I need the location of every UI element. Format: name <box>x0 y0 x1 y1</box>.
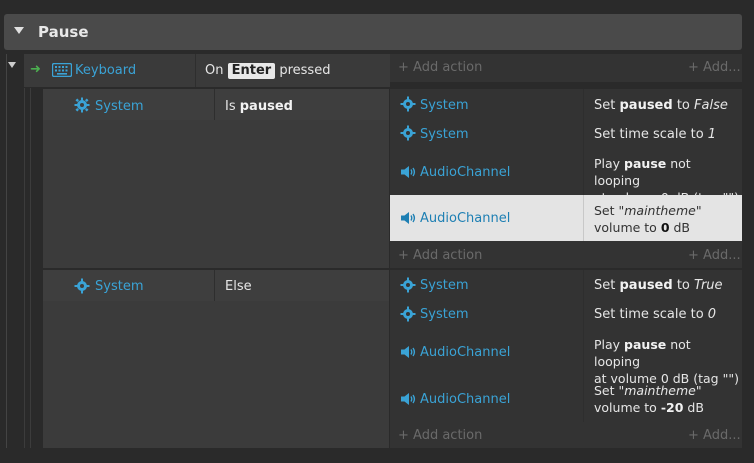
trigger-text-post: pressed <box>279 63 331 78</box>
text-italic: True <box>694 278 723 293</box>
collapse-triangle-icon[interactable] <box>14 27 24 34</box>
text-line: Set "maintheme" <box>594 382 740 399</box>
add-more-link[interactable]: + Add... <box>688 428 741 443</box>
action-text[interactable]: Set time scale to 0 <box>594 307 716 322</box>
text-italic: False <box>694 98 728 113</box>
action-object-link[interactable]: System <box>420 127 468 142</box>
group-title: Pause <box>38 23 89 41</box>
divider <box>214 89 215 120</box>
text-part: volume to <box>594 400 661 415</box>
text-part: to <box>672 98 695 113</box>
text-part: Play <box>594 156 625 171</box>
event-sheet: Pause ➜ Keyboard On Enter pressed + Add … <box>0 0 754 463</box>
key-badge: Enter <box>227 63 276 79</box>
action-text[interactable]: Set paused to True <box>594 278 723 293</box>
divider <box>583 195 584 241</box>
gear-icon <box>74 97 90 113</box>
text-italic: 1 <box>707 127 717 142</box>
text-part: Set <box>594 98 620 113</box>
add-action-link[interactable]: + Add action <box>398 428 482 443</box>
action-text[interactable]: Set "maintheme" volume to -20 dB <box>594 382 740 416</box>
text-line: Set "maintheme" <box>594 202 740 219</box>
text-part: Set <box>594 278 620 293</box>
text-part: dB <box>683 400 704 415</box>
action-object-link[interactable]: AudioChannel <box>420 392 510 407</box>
add-more-link[interactable]: + Add... <box>688 248 741 263</box>
text-italic: "maintheme" <box>618 383 702 398</box>
add-action-link[interactable]: + Add action <box>398 60 482 75</box>
trigger-text-pre: On <box>205 63 224 78</box>
trigger-object-link[interactable]: Keyboard <box>75 63 136 78</box>
text-part: to <box>672 278 695 293</box>
condition-object-link[interactable]: System <box>95 99 143 114</box>
action-row-selected[interactable]: AudioChannel Set "maintheme" volume to 0… <box>390 195 742 241</box>
text-bold: paused <box>619 98 673 113</box>
text-italic: "maintheme" <box>618 203 702 218</box>
action-object-link[interactable]: System <box>420 307 468 322</box>
speaker-icon <box>401 212 416 224</box>
text-part: Set time scale to <box>594 127 708 142</box>
gear-icon <box>400 277 416 293</box>
gear-icon <box>400 306 416 322</box>
trigger-condition-text[interactable]: On Enter pressed <box>205 63 330 79</box>
indent-guide <box>24 88 25 448</box>
text-part: Set <box>594 203 619 218</box>
divider <box>214 270 215 301</box>
speaker-icon <box>401 346 416 358</box>
action-object-link[interactable]: AudioChannel <box>420 211 510 226</box>
text-part: volume to <box>594 220 661 235</box>
gear-icon <box>400 125 416 141</box>
text-part: Set <box>594 383 619 398</box>
add-more-link[interactable]: + Add... <box>688 60 741 75</box>
gear-icon <box>400 96 416 112</box>
text-bold: -20 <box>660 400 684 415</box>
action-object-link[interactable]: AudioChannel <box>420 165 510 180</box>
action-text[interactable]: Set time scale to 1 <box>594 127 716 142</box>
condition-object-link[interactable]: System <box>95 279 143 294</box>
condition-text[interactable]: Is paused <box>225 99 293 114</box>
action-text[interactable]: Set "maintheme" volume to 0 dB <box>594 202 740 236</box>
add-action-link[interactable]: + Add action <box>398 248 482 263</box>
text-bold: paused <box>619 278 673 293</box>
speaker-icon <box>401 393 416 405</box>
text-bold: pause <box>624 156 667 171</box>
gear-icon <box>74 278 90 294</box>
condition-text[interactable]: Else <box>225 279 252 294</box>
condition-pre: Is <box>225 99 236 114</box>
event-collapse-icon[interactable] <box>8 60 18 70</box>
action-object-link[interactable]: System <box>420 278 468 293</box>
divider <box>195 54 196 87</box>
condition-bold: paused <box>239 99 293 114</box>
speaker-icon <box>401 166 416 178</box>
text-line: volume to -20 dB <box>594 399 740 416</box>
text-part: Set time scale to <box>594 307 708 322</box>
action-object-link[interactable]: AudioChannel <box>420 345 510 360</box>
text-line: volume to 0 dB <box>594 219 740 236</box>
group-header[interactable]: Pause <box>4 14 742 50</box>
trigger-arrow-icon: ➜ <box>30 62 41 77</box>
text-italic: 0 <box>707 307 717 322</box>
indent-guide <box>6 54 7 448</box>
text-line: Play pause not looping <box>594 155 740 189</box>
text-part: Play <box>594 337 625 352</box>
action-object-link[interactable]: System <box>420 98 468 113</box>
indent-guide <box>30 88 31 448</box>
text-bold: 0 <box>660 220 670 235</box>
text-bold: pause <box>624 337 667 352</box>
action-text[interactable]: Set paused to False <box>594 98 728 113</box>
text-line: Play pause not looping <box>594 336 740 370</box>
text-part: dB <box>669 220 690 235</box>
keyboard-icon <box>52 63 72 77</box>
